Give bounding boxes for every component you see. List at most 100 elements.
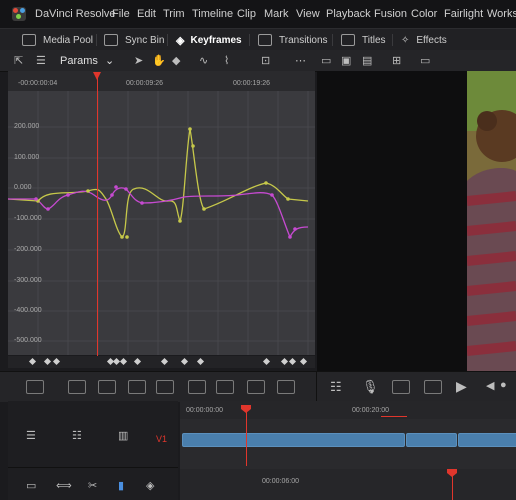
playhead[interactable] (93, 72, 101, 356)
params-dropdown[interactable]: Params ⌄ (60, 54, 114, 67)
titles-button[interactable]: Titles (341, 32, 386, 48)
audio-ipo-icon[interactable] (392, 380, 410, 394)
video-viewer[interactable] (317, 71, 516, 371)
scissors-icon[interactable]: ✂ (88, 479, 97, 492)
blade-icon[interactable] (128, 380, 146, 394)
mini-timeline-ruler[interactable]: 00:00:06:00 (180, 469, 516, 500)
effects-button[interactable]: ✧ Effects (401, 32, 447, 48)
ripple-icon[interactable]: ⟺ (56, 479, 72, 492)
pointer-icon[interactable]: ➤ (134, 54, 143, 67)
sync-bin-button[interactable]: Sync Bin (104, 32, 164, 48)
record-dot-icon[interactable]: ● (500, 379, 507, 391)
audio-ipo-out-icon[interactable] (424, 380, 442, 394)
track-header-v1[interactable]: ☰ ☷ ▥ V1 (8, 403, 178, 468)
flag-icon[interactable]: ▮ (118, 479, 124, 492)
transitions-button[interactable]: Transitions (258, 32, 328, 48)
timeline-clip[interactable] (458, 433, 516, 447)
chevron-left-icon[interactable]: ◀ (486, 379, 494, 392)
menu-clip[interactable]: Clip (237, 8, 256, 20)
menu-fairlight[interactable]: Fairlight (444, 8, 483, 20)
playhead-handle[interactable] (93, 72, 101, 80)
viewer-mode-icon[interactable]: ▭ (321, 54, 331, 67)
keyframe-marker[interactable] (52, 357, 61, 366)
timeline-ruler[interactable]: 00:00:00:00 00:00:20:00 (180, 401, 516, 419)
curve-ease-icon[interactable]: ∿ (199, 54, 208, 67)
davinci-app-icon[interactable] (12, 7, 26, 21)
keyframes-button[interactable]: ◈ Keyframes (176, 32, 242, 48)
place-on-top-icon[interactable] (247, 380, 265, 394)
keyframe-marker[interactable] (180, 357, 189, 366)
append-icon[interactable] (277, 380, 295, 394)
timeline-timecode: 00:00:00:00 (186, 407, 223, 414)
overwrite-clip-icon[interactable] (188, 380, 206, 394)
timeline-clip[interactable] (182, 433, 405, 447)
timeline-clip[interactable] (406, 433, 457, 447)
keyframe-marker[interactable] (262, 357, 271, 366)
microphone-icon[interactable]: 🎙 (362, 379, 379, 395)
curve-select-icon[interactable]: ⇱ (14, 54, 23, 67)
y-tick-label: -500.000 (14, 337, 42, 344)
titles-icon (341, 34, 355, 46)
timeline-timecode: 00:00:20:00 (352, 407, 389, 414)
mixer-icon[interactable]: ☷ (330, 379, 342, 395)
keyframe-marker[interactable] (280, 357, 289, 366)
viewer-grid-icon[interactable]: ⊞ (392, 54, 401, 67)
viewer-toolbar: ▭ ▣ ▤ ⊞ ▭ (317, 50, 516, 71)
insert-clip-icon[interactable] (156, 380, 174, 394)
menu-fusion[interactable]: Fusion (374, 8, 407, 20)
keyframe-markers-row[interactable] (8, 356, 315, 368)
keyframe-marker[interactable] (299, 357, 308, 366)
play-icon[interactable]: ▶ (456, 378, 467, 395)
menu-trim[interactable]: Trim (163, 8, 185, 20)
mini-timeline-playhead[interactable] (447, 469, 457, 500)
track-auto-select-icon[interactable]: ☷ (72, 429, 82, 442)
menu-app[interactable]: DaVinci Resolve (35, 8, 116, 20)
y-tick-label: -400.000 (14, 307, 42, 314)
interpolation-icon[interactable]: ⌇ (224, 54, 229, 67)
menu-workspace[interactable]: Works (487, 8, 516, 20)
viewer-layout-icon[interactable]: ▤ (362, 54, 372, 67)
add-keyframe-icon[interactable]: ◆ (172, 54, 180, 67)
keyframe-ruler[interactable]: -00:00:00:04 00:00:09:26 00:00:19:26 (8, 71, 315, 91)
keyframe-marker[interactable] (133, 357, 142, 366)
keyframe-marker[interactable] (43, 357, 52, 366)
media-pool-label: Media Pool (43, 34, 94, 46)
keyframe-marker[interactable] (119, 357, 128, 366)
titles-label: Titles (362, 34, 386, 46)
keyframe-marker[interactable] (196, 357, 205, 366)
keyframe-marker[interactable] (288, 357, 297, 366)
viewer-window-icon[interactable]: ▭ (420, 54, 430, 67)
yellow-keyframes (36, 127, 290, 239)
keyframes-label: Keyframes (190, 34, 242, 46)
menu-color[interactable]: Color (411, 8, 437, 20)
menu-timeline[interactable]: Timeline (192, 8, 233, 20)
zoom-fit-icon[interactable]: ⊡ (261, 54, 270, 67)
menu-mark[interactable]: Mark (264, 8, 288, 20)
replace-clip-icon[interactable] (216, 380, 234, 394)
sync-bin-icon (104, 34, 118, 46)
sync-lock-icon[interactable]: ▭ (26, 479, 36, 492)
select-mode-icon[interactable] (26, 380, 44, 394)
trim-mode-icon[interactable] (68, 380, 86, 394)
track-disable-icon[interactable]: ▥ (118, 429, 128, 442)
menu-view[interactable]: View (296, 8, 320, 20)
menu-playback[interactable]: Playback (326, 8, 371, 20)
more-options-icon[interactable]: ⋯ (295, 54, 306, 67)
menu-file[interactable]: File (112, 8, 130, 20)
list-icon[interactable]: ☰ (36, 54, 46, 67)
track-label: V1 (156, 434, 168, 444)
track-lock-icon[interactable]: ☰ (26, 429, 36, 442)
media-pool-button[interactable]: Media Pool (22, 32, 93, 48)
dynamic-trim-icon[interactable] (98, 380, 116, 394)
track-header-panel: ☰ ☷ ▥ V1 ▭ ⟺ ✂ ▮ ◈ (8, 401, 178, 500)
toolbar-divider (167, 34, 168, 46)
edit-toolbar: ☷ 🎙 ▶ ◀ ● (0, 371, 516, 402)
menu-edit[interactable]: Edit (137, 8, 156, 20)
keyframe-marker[interactable] (28, 357, 37, 366)
curve-editor-graph[interactable]: 200.000 100.000 0.000 -100.000 -200.000 … (8, 91, 315, 355)
hand-icon[interactable]: ✋ (152, 54, 166, 67)
timeline-playhead[interactable] (241, 405, 251, 466)
viewer-split-icon[interactable]: ▣ (341, 54, 351, 67)
snapping-icon[interactable]: ◈ (146, 479, 154, 492)
keyframe-marker[interactable] (160, 357, 169, 366)
